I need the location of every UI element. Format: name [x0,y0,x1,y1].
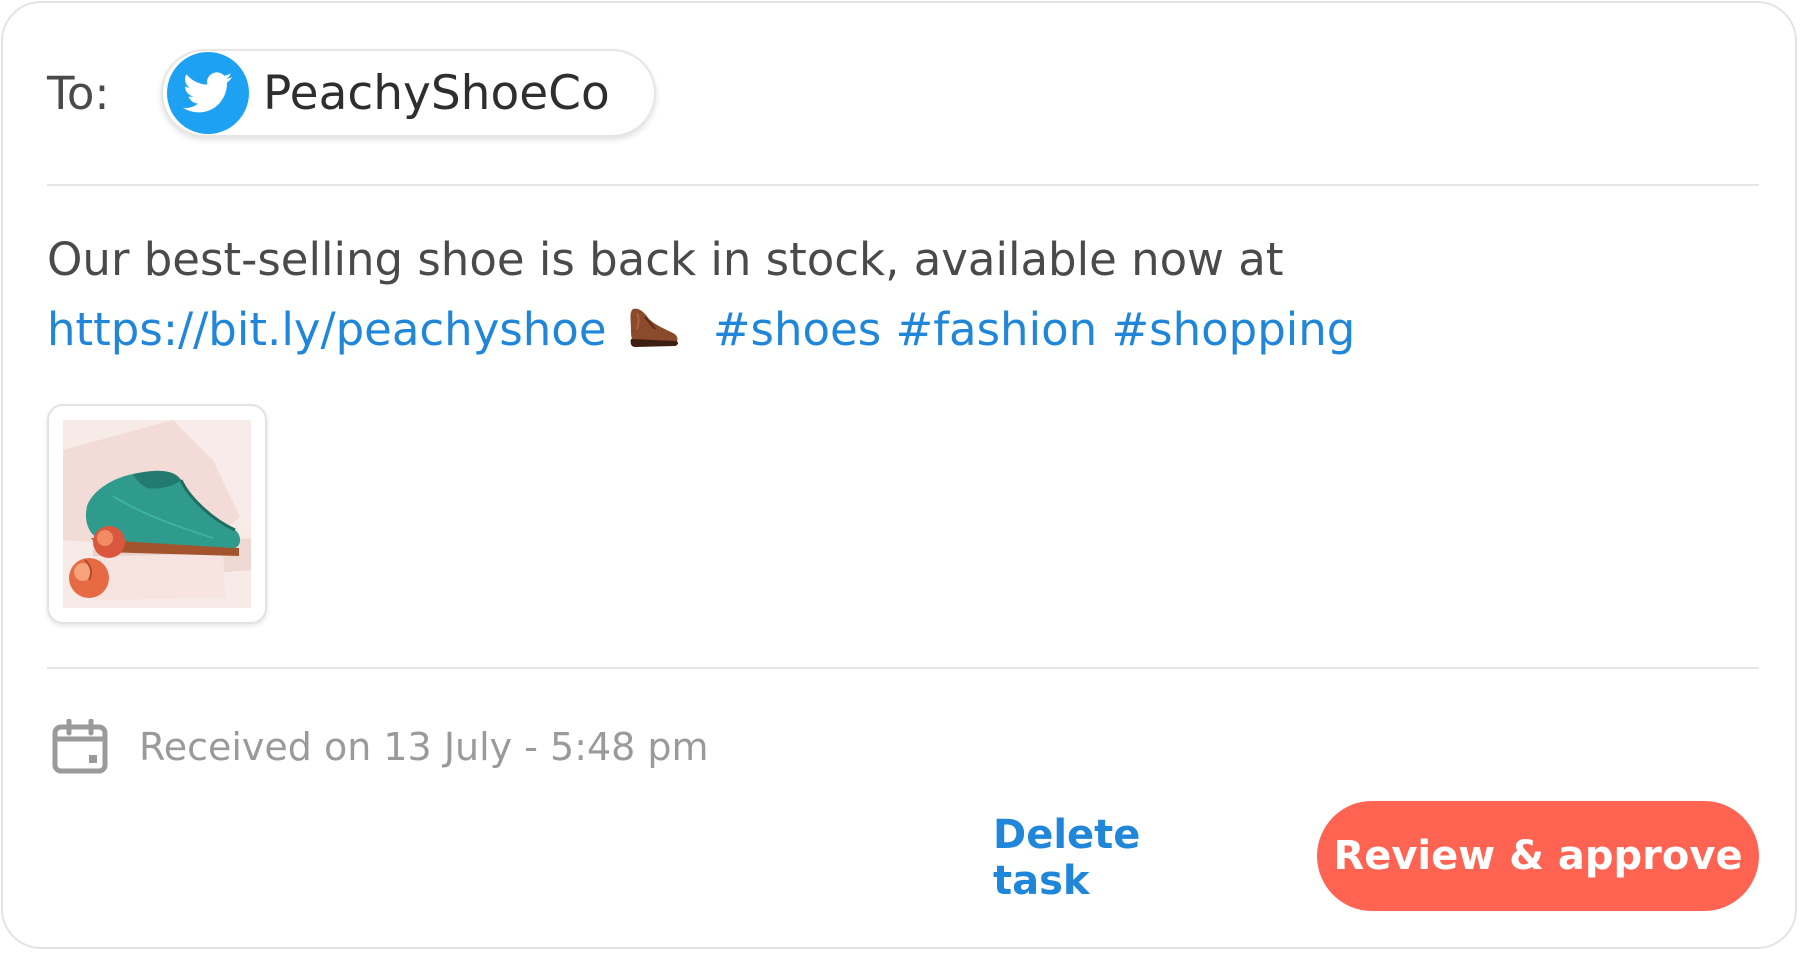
divider [47,667,1759,669]
hashtag-shoes[interactable]: #shoes [713,303,881,356]
hashtag-fashion[interactable]: #fashion [895,303,1097,356]
attachment-thumbnail[interactable] [47,404,267,624]
recipient-row: To: PeachyShoeCo [47,47,656,139]
to-label: To: [47,66,110,120]
account-name: PeachyShoeCo [263,65,610,121]
shoe-emoji-icon [625,299,681,369]
calendar-icon [51,718,109,775]
review-approve-button[interactable]: Review & approve [1317,801,1759,911]
divider [47,184,1759,186]
account-chip[interactable]: PeachyShoeCo [161,49,656,137]
post-link[interactable]: https://bit.ly/peachyshoe [47,303,607,356]
received-row: Received on 13 July - 5:48 pm [51,718,709,775]
task-card: To: PeachyShoeCo Our best-selling shoe i… [1,1,1797,949]
post-text: Our best-selling shoe is back in stock, … [47,233,1284,286]
post-content: Our best-selling shoe is back in stock, … [47,225,1697,369]
hashtag-shopping[interactable]: #shopping [1111,303,1355,356]
delete-task-button[interactable]: Delete task [993,812,1243,904]
twitter-icon [167,52,249,134]
received-timestamp: Received on 13 July - 5:48 pm [139,725,709,769]
shoe-product-thumbnail [63,420,251,608]
